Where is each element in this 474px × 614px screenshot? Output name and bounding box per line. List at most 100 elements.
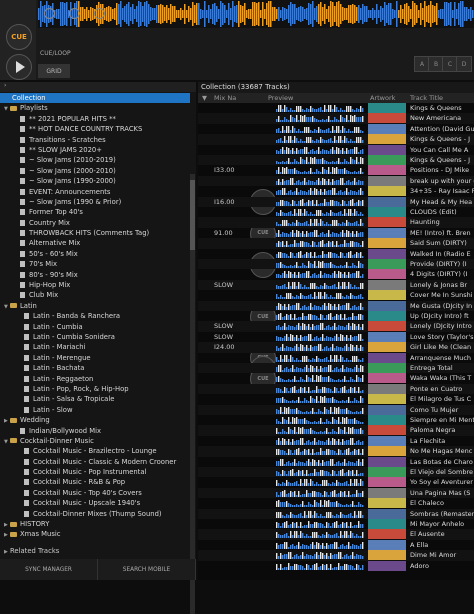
track-row[interactable]: Walked In (Radio E — [198, 248, 474, 259]
sidebar-item[interactable]: Latin - Cumbia Sonidera — [0, 332, 190, 342]
sidebar-item[interactable]: ▼ Playlists — [0, 103, 190, 113]
sidebar-item[interactable]: Indian/Bollywood Mix — [0, 426, 190, 436]
sidebar-item[interactable]: Cocktail Music - Upscale 1940's — [0, 498, 190, 508]
sidebar-item[interactable]: ▶ Xmas Music — [0, 529, 190, 539]
sidebar-item[interactable]: Cocktail Music - Brazilectro - Lounge — [0, 446, 190, 456]
preview-waveform[interactable] — [276, 385, 364, 393]
track-row[interactable]: 91.00CUEME! (Intro) ft. Bren — [198, 227, 474, 278]
sidebar-item[interactable]: Latin - Cumbia — [0, 322, 190, 332]
preview-waveform[interactable] — [276, 281, 364, 289]
preview-waveform[interactable] — [276, 447, 364, 456]
sidebar-item[interactable]: Cocktail Music - Classic & Modern Croone… — [0, 457, 190, 467]
track-row[interactable]: Adoro — [198, 560, 474, 571]
column-artwork[interactable]: Artwork — [370, 94, 395, 102]
sidebar-item[interactable]: ▶ HISTORY — [0, 519, 190, 529]
preview-waveform[interactable] — [276, 156, 364, 164]
sidebar-item[interactable]: THROWBACK HITS (Comments Tag) — [0, 228, 190, 238]
sidebar-item[interactable]: Latin - Pop, Rock, & Hip-Hop — [0, 384, 190, 394]
preview-waveform[interactable] — [276, 312, 364, 320]
sidebar-item[interactable]: Former Top 40's — [0, 207, 190, 217]
sidebar-item[interactable]: Transitions - Scratches — [0, 135, 190, 145]
sidebar-item[interactable]: ▼ Latin — [0, 301, 190, 311]
sidebar-item[interactable]: Latin - Reggaeton — [0, 374, 190, 384]
track-row[interactable]: El Ausente — [198, 529, 474, 540]
preview-waveform[interactable] — [276, 125, 364, 133]
preview-waveform[interactable] — [276, 530, 364, 539]
pad-d-button[interactable]: D — [456, 56, 472, 72]
track-row[interactable]: Me Gusta (DJcity In — [198, 300, 474, 311]
preview-waveform[interactable] — [276, 541, 364, 549]
preview-waveform[interactable] — [276, 343, 364, 352]
preview-waveform[interactable] — [276, 458, 364, 466]
track-row[interactable]: Dime Mi Amor — [198, 550, 474, 561]
track-row[interactable]: 34+35 - Ray Isaac R — [198, 186, 474, 197]
sidebar-item[interactable]: Country Mix — [0, 218, 190, 228]
sidebar-item[interactable]: Collection — [0, 93, 190, 104]
track-row[interactable]: Ponte en Cuatro — [198, 383, 474, 395]
preview-waveform[interactable] — [276, 520, 364, 528]
track-row[interactable]: El Chaleco — [198, 498, 474, 509]
sidebar-item[interactable]: ** HOT DANCE COUNTRY TRACKS — [0, 124, 190, 134]
track-row[interactable]: Attention (David Gu — [198, 123, 474, 134]
track-row[interactable]: Sombras (Remaster — [198, 508, 474, 519]
track-row[interactable]: Yo Soy el Aventurer — [198, 477, 474, 488]
preview-waveform[interactable] — [276, 406, 364, 414]
sidebar-item[interactable]: Latin - Banda & Ranchera — [0, 311, 190, 321]
chevron-right-icon[interactable]: › — [4, 82, 6, 89]
sidebar-item[interactable]: ** SLOW JAMS 2020+ — [0, 145, 190, 155]
preview-waveform[interactable] — [276, 270, 364, 279]
track-row[interactable]: SLOW CUE Lonely & Jonas Br — [198, 279, 474, 330]
sidebar-item[interactable]: Cocktail-Dinner Mixes (Thump Sound) — [0, 509, 190, 519]
sidebar-item[interactable]: Latin - Salsa & Tropicale — [0, 394, 190, 404]
sidebar-item[interactable]: ~ Slow Jams (1990-2000) — [0, 176, 190, 186]
preview-waveform[interactable] — [276, 416, 364, 424]
track-row[interactable]: Waka Waka (This T — [198, 373, 474, 384]
preview-waveform[interactable] — [276, 562, 364, 570]
sidebar-item[interactable]: Latin - Merengue — [0, 353, 190, 363]
cue-button[interactable]: CUE — [6, 24, 32, 50]
preview-waveform[interactable] — [276, 291, 364, 300]
sidebar-item[interactable]: Cocktail Music - R&B & Pop — [0, 477, 190, 487]
sidebar-item[interactable]: Latin - Slow — [0, 405, 190, 415]
preview-waveform[interactable] — [276, 354, 364, 362]
preview-waveform[interactable] — [276, 499, 364, 508]
track-row[interactable]: I24.00 CUE Girl Like Me (Clean — [198, 342, 474, 393]
preview-waveform[interactable] — [276, 239, 364, 248]
preview-waveform[interactable] — [276, 260, 364, 268]
track-row[interactable]: Arranquense Much — [198, 352, 474, 363]
track-row[interactable]: Una Pagina Mas (S — [198, 487, 474, 499]
sidebar-item[interactable]: ▶ Wedding — [0, 415, 190, 425]
preview-waveform[interactable] — [276, 333, 364, 341]
grid-button[interactable]: GRID — [38, 64, 70, 78]
preview-waveform[interactable] — [276, 187, 364, 196]
preview-waveform[interactable] — [276, 166, 364, 175]
preview-waveform[interactable] — [276, 208, 364, 216]
sidebar-item[interactable]: Club Mix — [0, 290, 190, 300]
play-button[interactable] — [6, 54, 32, 80]
column-mix-name[interactable]: Mix Na — [214, 94, 236, 102]
preview-waveform[interactable] — [276, 478, 364, 487]
track-row[interactable]: La Flechita — [198, 435, 474, 446]
preview-waveform[interactable] — [276, 437, 364, 445]
sidebar-item[interactable]: Hip-Hop Mix — [0, 280, 190, 290]
preview-waveform[interactable] — [276, 489, 364, 497]
sidebar-item[interactable]: Alternative Mix — [0, 238, 190, 248]
track-row[interactable]: SLOWCUELonely (DJcity Intro — [198, 321, 474, 372]
track-row[interactable]: I33.00CUEPositions - DJ Mike — [198, 165, 474, 216]
track-row[interactable]: 4 Digits (DIRTY) (I — [198, 269, 474, 280]
sync-manager-button[interactable]: SYNC MANAGER — [0, 559, 98, 580]
track-row[interactable]: Haunting — [198, 217, 474, 228]
preview-waveform[interactable] — [276, 426, 364, 435]
sort-icon[interactable]: ▼ — [202, 94, 207, 102]
track-row[interactable]: Paloma Negra — [198, 425, 474, 436]
preview-waveform[interactable] — [276, 468, 364, 476]
sidebar-item[interactable]: ~ Slow Jams (2000-2010) — [0, 166, 190, 176]
preview-waveform[interactable] — [276, 114, 364, 123]
track-row[interactable]: You Can Call Me A — [198, 144, 474, 155]
track-row[interactable]: SLOWCUELove Story (Taylor's — [198, 331, 474, 382]
track-row[interactable]: Cover Me In Sunshi — [198, 290, 474, 301]
track-row[interactable]: Provide (DIRTY) (I — [198, 259, 474, 270]
related-tracks-item[interactable]: ▶ Related Tracks — [0, 546, 196, 557]
sidebar-item[interactable]: Cocktail Music - Top 40's Covers — [0, 488, 190, 498]
track-row[interactable]: Up (DJcity Intro) ft — [198, 311, 474, 321]
